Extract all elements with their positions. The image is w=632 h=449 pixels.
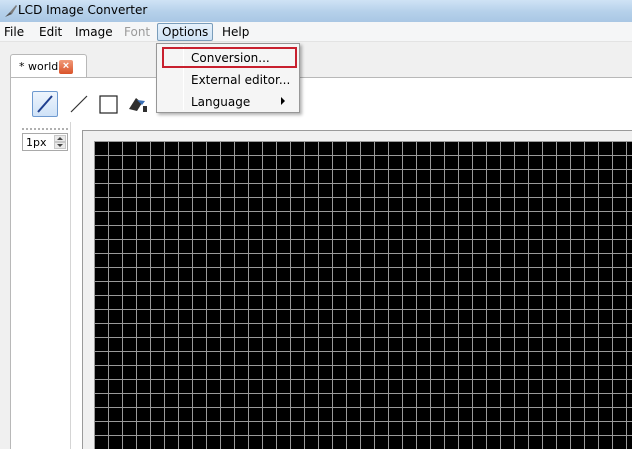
menu-image[interactable]: Image — [75, 22, 113, 42]
menu-item-language[interactable]: Language — [191, 95, 250, 109]
fill-icon[interactable] — [125, 91, 151, 117]
tool-options-panel: 1px — [11, 122, 71, 449]
brush-size-value: 1px — [26, 136, 47, 149]
drawing-toolbar — [11, 78, 632, 122]
spin-up-button[interactable] — [54, 135, 66, 142]
spin-down-button[interactable] — [54, 142, 66, 149]
title-bar: LCD Image Converter — [0, 0, 632, 22]
menu-options[interactable]: Options — [157, 23, 214, 41]
menu-bar: File Edit Image Font Options Help — [0, 22, 632, 42]
menu-file[interactable]: File — [4, 22, 24, 42]
canvas-area — [82, 130, 632, 449]
arrow-up-icon — [57, 137, 63, 140]
pixel-grid-canvas[interactable] — [94, 141, 632, 449]
submenu-arrow-icon — [281, 97, 285, 105]
panel-grip — [22, 128, 68, 130]
editor-content: 1px — [10, 77, 632, 449]
arrow-down-icon — [57, 144, 63, 147]
close-icon[interactable]: × — [59, 60, 73, 74]
window-title: LCD Image Converter — [18, 3, 148, 17]
pen-icon[interactable] — [32, 91, 58, 117]
brush-size-spinner[interactable]: 1px — [22, 133, 68, 151]
menu-edit[interactable]: Edit — [39, 22, 62, 42]
line-icon[interactable] — [66, 91, 92, 117]
app-icon — [5, 5, 17, 17]
menu-item-external-editor[interactable]: External editor... — [191, 73, 290, 87]
menu-item-conversion[interactable]: Conversion... — [191, 51, 270, 65]
menu-help[interactable]: Help — [222, 22, 249, 42]
document-tab-label: * world — [19, 60, 59, 73]
rectangle-icon[interactable] — [96, 91, 122, 117]
document-tab[interactable]: * world × — [10, 54, 87, 78]
menu-font[interactable]: Font — [124, 22, 150, 42]
options-menu: Conversion... External editor... Languag… — [156, 43, 300, 113]
document-area: * world × 1px — [0, 42, 632, 449]
